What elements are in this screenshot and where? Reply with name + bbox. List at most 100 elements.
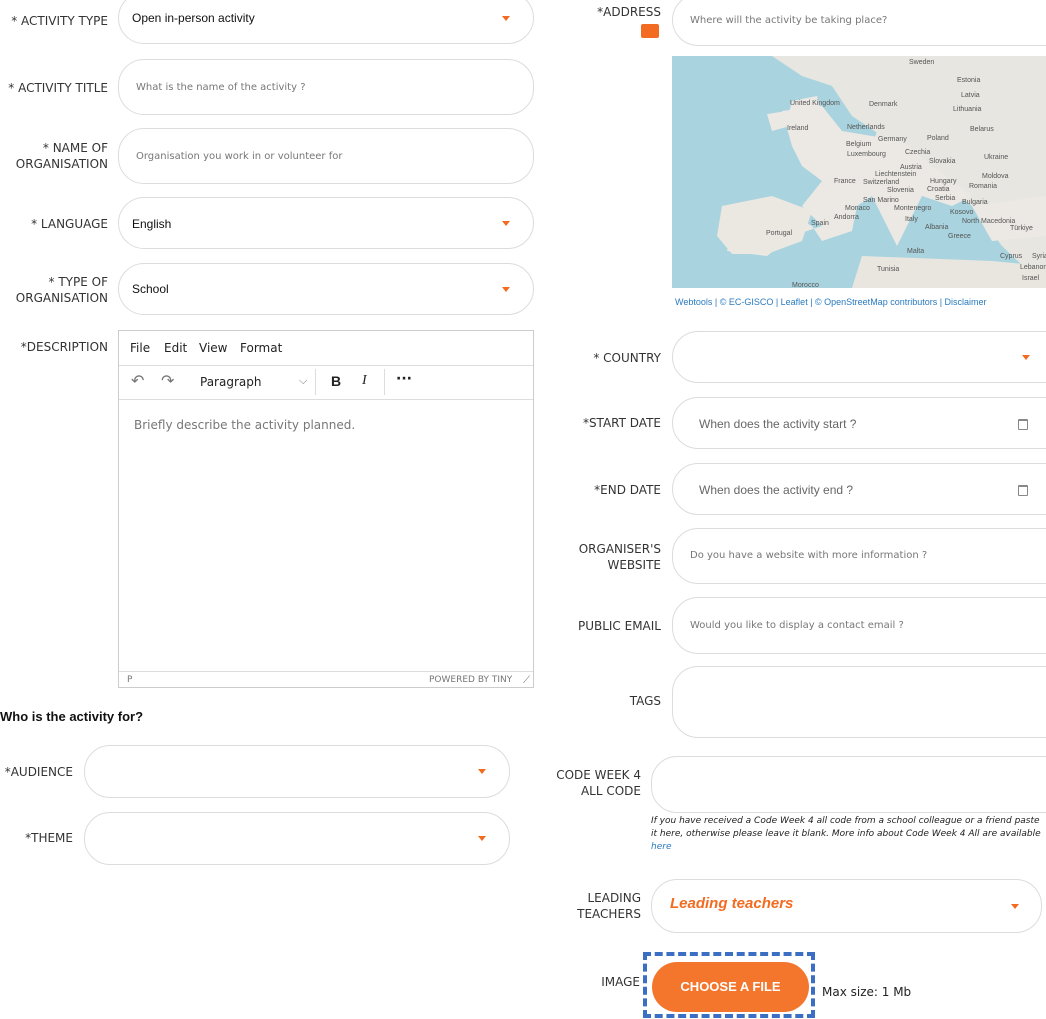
map-label-andorra: Andorra [834, 214, 859, 221]
bold-icon[interactable]: B [331, 373, 341, 389]
calendar-icon[interactable] [1018, 419, 1028, 430]
toolbar-divider [384, 369, 385, 395]
map-label-tunisia: Tunisia [877, 266, 900, 273]
address-placeholder: Where will the activity be taking place? [690, 15, 888, 26]
start-date-input[interactable]: When does the activity start ? [672, 397, 1046, 449]
language-select[interactable]: English [118, 197, 534, 249]
map-label-belgium: Belgium [846, 141, 872, 148]
organisation-name-label-line2: ORGANISATION [15, 157, 108, 171]
map-attribution[interactable]: Webtools | © EC-GISCO | Leaflet | © Open… [675, 297, 987, 307]
block-format-select[interactable]: Paragraph [200, 375, 261, 389]
map-label-cyprus: Cyprus [1000, 253, 1023, 260]
public-email-label: PUBLIC EMAIL [577, 619, 661, 633]
audience-select[interactable] [84, 745, 510, 798]
image-label: IMAGE [601, 975, 640, 989]
organisation-type-select[interactable]: School [118, 263, 534, 315]
description-placeholder: Briefly describe the activity planned. [134, 418, 356, 432]
map-label-moldova: Moldova [982, 173, 1009, 180]
chevron-down-icon [1011, 904, 1019, 909]
italic-icon[interactable]: I [362, 373, 367, 389]
theme-select[interactable] [84, 812, 510, 865]
location-map[interactable]: Sweden Estonia Latvia Lithuania United K… [672, 56, 1046, 288]
map-label-türkiye: Türkiye [1010, 225, 1033, 232]
menu-format[interactable]: Format [240, 341, 282, 355]
map-label-lebanon: Lebanon [1020, 264, 1046, 271]
leading-teachers-label-line2: TEACHERS [577, 907, 641, 921]
activity-title-placeholder: What is the name of the activity ? [136, 82, 306, 93]
code-label-line2: ALL CODE [580, 784, 641, 798]
map-label-romania: Romania [969, 183, 998, 190]
choose-file-button[interactable]: CHOOSE A FILE [652, 962, 809, 1012]
chevron-down-icon [478, 836, 486, 841]
map-label-luxembourg: Luxembourg [847, 151, 886, 158]
map-label-latvia: Latvia [961, 92, 980, 99]
country-label: * COUNTRY [593, 351, 661, 365]
leading-teachers-select[interactable]: Leading teachers [651, 879, 1042, 933]
map-label-ukraine: Ukraine [984, 154, 1009, 161]
powered-by-tiny[interactable]: POWERED BY TINY [429, 675, 512, 685]
redo-icon[interactable]: ↷ [161, 371, 174, 390]
chevron-down-icon [1022, 355, 1030, 360]
map-label-estonia: Estonia [957, 77, 981, 84]
description-editor[interactable]: File Edit View Format ↶ ↷ Paragraph ⌵ B … [118, 330, 534, 688]
chevron-down-icon [502, 221, 510, 226]
code-input[interactable] [651, 756, 1046, 813]
map-label-belarus: Belarus [970, 126, 994, 133]
menu-edit[interactable]: Edit [164, 341, 187, 355]
undo-icon[interactable]: ↶ [131, 371, 144, 390]
leading-teachers-label-line1: LEADING [587, 891, 641, 905]
website-input[interactable]: Do you have a website with more informat… [672, 528, 1046, 584]
audience-section-heading: Who is the activity for? [0, 709, 144, 724]
start-date-placeholder: When does the activity start ? [699, 417, 857, 431]
map-label-lithuania: Lithuania [953, 106, 982, 113]
chevron-down-icon [502, 287, 510, 292]
map-label-albania: Albania [925, 224, 949, 231]
address-input[interactable]: Where will the activity be taking place? [672, 0, 1046, 46]
organisation-name-label-line1: * NAME OF [42, 141, 108, 155]
country-select[interactable] [672, 331, 1046, 383]
more-icon[interactable]: ··· [396, 371, 412, 387]
map-label-morocco: Morocco [792, 282, 819, 288]
map-label-serbia: Serbia [935, 195, 956, 202]
element-path: P [127, 675, 133, 685]
max-size-text: Max size: 1 Mb [822, 985, 912, 999]
organisation-type-label-line1: * TYPE OF [48, 275, 108, 289]
organisation-name-placeholder: Organisation you work in or volunteer fo… [136, 151, 343, 162]
code-help-text: If you have received a Code Week 4 all c… [651, 815, 1041, 854]
map-label-france: France [834, 178, 856, 185]
resize-handle-icon[interactable]: ⟋ [523, 675, 530, 686]
tags-input[interactable] [672, 666, 1046, 738]
code-help-link[interactable]: here [651, 842, 671, 852]
public-email-placeholder: Would you like to display a contact emai… [690, 620, 904, 631]
map-label-kosovo: Kosovo [950, 209, 974, 216]
website-placeholder: Do you have a website with more informat… [690, 550, 928, 561]
map-label-denmark: Denmark [869, 101, 898, 108]
activity-title-input[interactable]: What is the name of the activity ? [118, 59, 534, 115]
chevron-down-icon[interactable]: ⌵ [299, 374, 307, 388]
map-label-switzerland: Switzerland [863, 179, 900, 186]
end-date-placeholder: When does the activity end ? [699, 483, 854, 497]
address-label: *ADDRESS [597, 5, 661, 19]
map-label-portugal: Portugal [766, 230, 793, 237]
map-label-greece: Greece [948, 233, 971, 240]
address-book-icon[interactable] [641, 24, 659, 38]
calendar-icon[interactable] [1018, 485, 1028, 496]
menu-file[interactable]: File [130, 341, 150, 355]
map-label-monaco: Monaco [845, 205, 870, 212]
map-land [717, 56, 1046, 288]
map-label-spain: Spain [811, 220, 829, 227]
code-label-line1: CODE WEEK 4 [556, 768, 641, 782]
organisation-name-input[interactable]: Organisation you work in or volunteer fo… [118, 128, 534, 184]
map-label-slovakia: Slovakia [929, 158, 956, 165]
chevron-down-icon [502, 16, 510, 21]
description-label: *DESCRIPTION [20, 340, 108, 354]
activity-type-select[interactable]: Open in-person activity [118, 0, 534, 44]
activity-title-label: * ACTIVITY TITLE [8, 81, 108, 95]
map-label-poland: Poland [927, 135, 949, 142]
language-value: English [132, 217, 172, 231]
end-date-input[interactable]: When does the activity end ? [672, 463, 1046, 515]
language-label: * LANGUAGE [31, 217, 108, 231]
map-label-united-kingdom: United Kingdom [790, 100, 840, 107]
public-email-input[interactable]: Would you like to display a contact emai… [672, 597, 1046, 654]
menu-view[interactable]: View [199, 341, 227, 355]
